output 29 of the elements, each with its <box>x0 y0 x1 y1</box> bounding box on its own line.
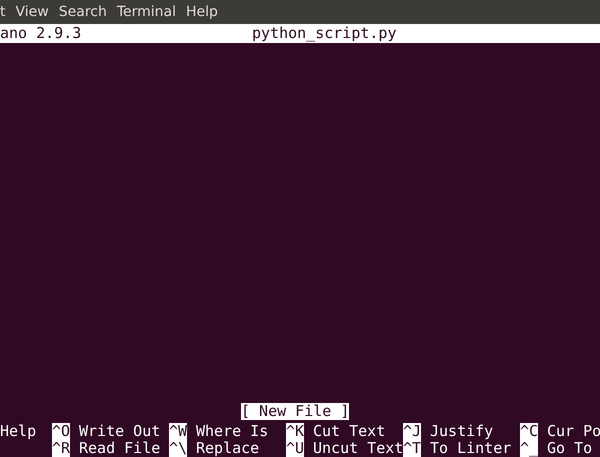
shortcut-key: ^U <box>286 440 304 457</box>
nano-version: ano 2.9.3 <box>0 24 82 43</box>
menu-item[interactable]: Help <box>186 4 218 20</box>
shortcut-key: ^C <box>520 423 538 440</box>
menu-item[interactable]: View <box>16 4 49 20</box>
shortcut-key: ^T <box>403 440 421 457</box>
shortcut-key: ^K <box>286 423 304 440</box>
shortcut-label: Go To <box>547 440 592 457</box>
menu-item[interactable]: t <box>0 4 6 20</box>
shortcut-key: ^R <box>52 440 70 457</box>
shortcut-label: Cur Po <box>547 423 600 440</box>
shortcut-label: Where Is <box>196 423 268 440</box>
shortcut-label: Read File <box>79 440 160 457</box>
shortcut-label: To Linter <box>430 440 512 457</box>
shortcut-label: Cut Text <box>313 423 386 440</box>
shortcut-key: ^J <box>403 423 421 440</box>
menu-item[interactable]: Terminal <box>116 4 176 20</box>
shortcut-key: ^\ <box>169 440 187 457</box>
shortcut-label: Justify <box>430 423 494 440</box>
shortcut-label: Write Out <box>79 423 160 440</box>
file-name: python_script.py <box>252 24 396 43</box>
shortcut-label: Replace <box>196 440 260 457</box>
shortcut-label: Help <box>0 423 36 440</box>
shortcut-label: Uncut Text <box>313 440 404 457</box>
shortcut-key: ^O <box>52 423 70 440</box>
status-message: [ New File ] <box>241 403 350 420</box>
shortcut-key: ^W <box>169 423 187 440</box>
menu-item[interactable]: Search <box>58 4 107 20</box>
shortcut-key: ^_ <box>520 440 538 457</box>
